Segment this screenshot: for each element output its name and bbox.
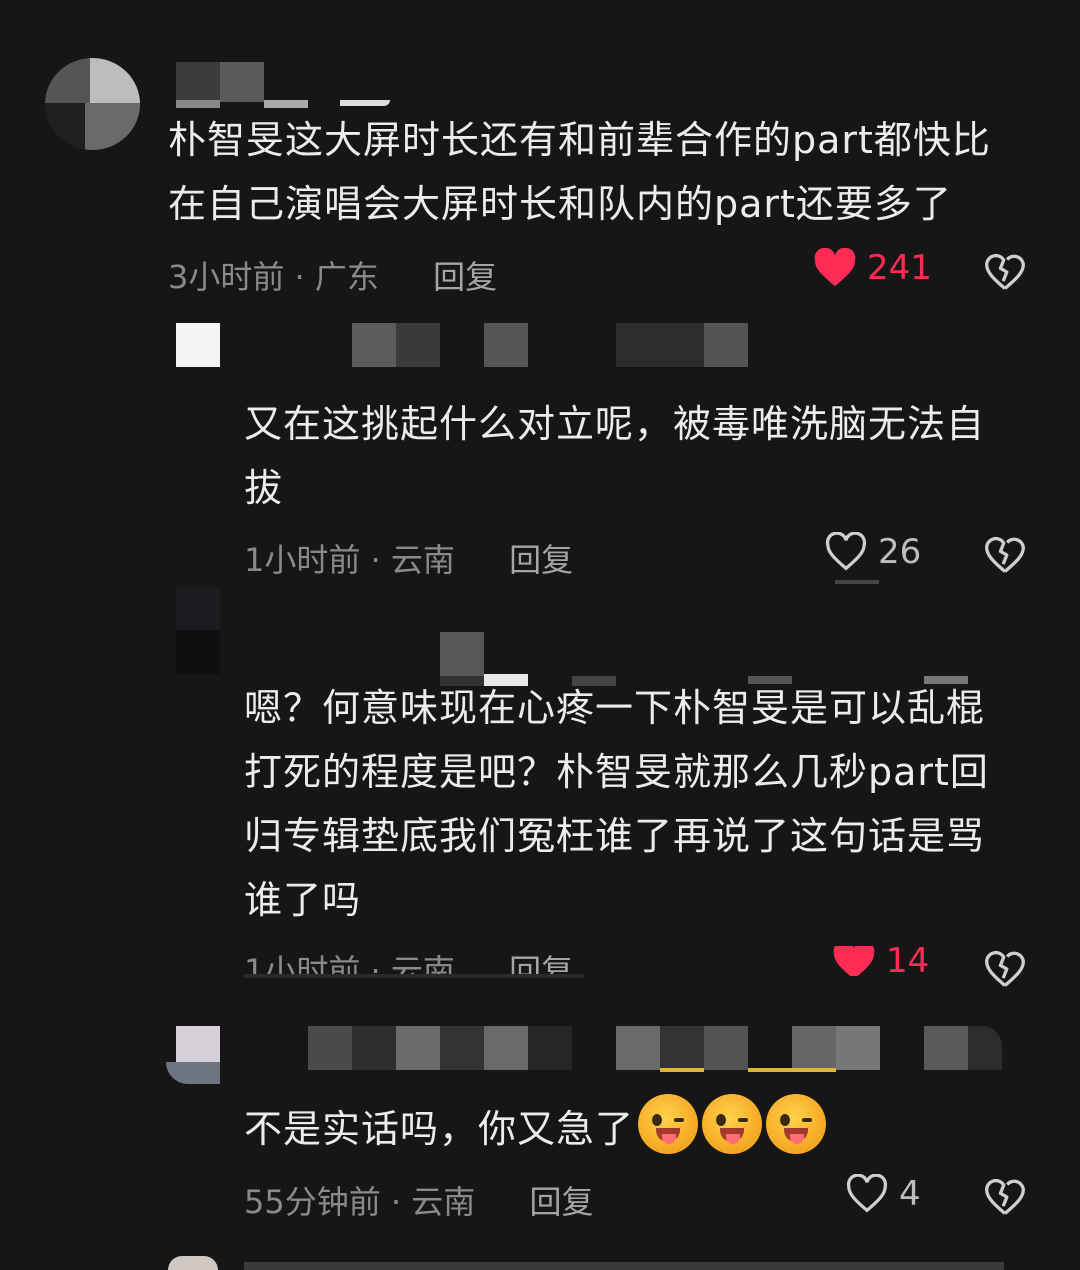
comment-text: 不是实话吗，你又急了 (244, 1094, 827, 1161)
like-count: 26 (878, 532, 922, 572)
heart-icon (825, 532, 867, 571)
timestamp: 55分钟前 (244, 1183, 381, 1221)
reply-button[interactable]: 回复 (529, 1183, 593, 1221)
avatar[interactable] (45, 58, 140, 150)
tongue-wink-emoji (766, 1094, 827, 1154)
tongue-wink-emoji (638, 1094, 699, 1154)
separator: · (370, 541, 381, 579)
like-count: 14 (886, 946, 930, 976)
location: 云南 (411, 1183, 476, 1221)
heart-icon (814, 248, 856, 287)
heart-icon (846, 1174, 888, 1213)
broken-heart-icon[interactable] (983, 250, 1027, 294)
like-button[interactable]: 14 (832, 946, 929, 976)
comment-meta: 55分钟前 · 云南 回复 (244, 1177, 593, 1223)
separator: · (370, 952, 381, 974)
location: 云南 (390, 541, 455, 579)
broken-heart-icon[interactable] (983, 533, 1027, 577)
separator: · (294, 258, 305, 296)
location: 广东 (314, 258, 379, 296)
like-button[interactable]: 26 (824, 532, 921, 572)
like-count: 4 (899, 1174, 921, 1214)
comment-text: 嗯？何意味现在心疼一下朴智旻是可以乱棍 打死的程度是吧？朴智旻就那么几秒part… (244, 686, 989, 922)
comment-meta: 3小时前 · 广东 回复 (168, 252, 497, 298)
comment-text: 又在这挑起什么对立呢，被毒唯洗脑无法自 拔 (244, 402, 986, 510)
separator: · (390, 1183, 402, 1221)
like-button[interactable]: 241 (813, 248, 932, 288)
comment-text: 朴智旻这大屏时长还有和前辈合作的part都快比 在自己演唱会大屏时长和队内的pa… (168, 118, 991, 226)
timestamp: 1小时前 (244, 541, 361, 579)
reply-button[interactable]: 回复 (433, 258, 497, 296)
divider (244, 974, 584, 978)
timestamp: 3小时前 (168, 258, 285, 296)
avatar[interactable] (168, 1256, 218, 1270)
broken-heart-icon[interactable] (983, 947, 1027, 991)
divider (835, 580, 879, 584)
broken-heart-icon[interactable] (983, 1175, 1027, 1219)
like-button[interactable]: 4 (845, 1174, 921, 1214)
timestamp: 1小时前 (244, 952, 361, 974)
reply-button[interactable]: 回复 (509, 541, 573, 579)
heart-icon (833, 946, 875, 976)
avatar[interactable] (176, 323, 220, 367)
like-count: 241 (867, 248, 932, 288)
comment-meta: 1小时前 · 云南 回复 (244, 535, 573, 581)
tongue-wink-emoji (702, 1094, 763, 1154)
next-comment-preview (244, 1262, 1004, 1270)
reply-button[interactable]: 回复 (509, 952, 573, 974)
location: 云南 (390, 952, 455, 974)
comment-meta: 1小时前 · 云南 回复 (244, 946, 573, 974)
